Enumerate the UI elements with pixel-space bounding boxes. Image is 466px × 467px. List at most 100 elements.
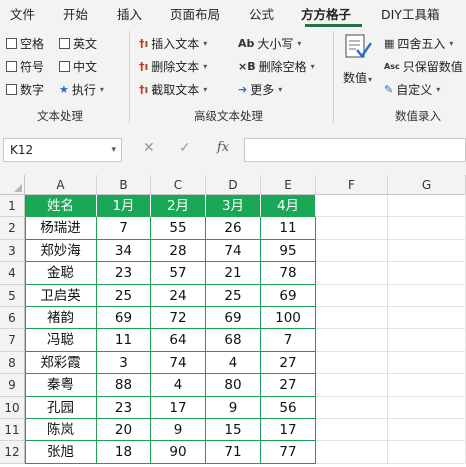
column-header-a[interactable]: A — [25, 175, 97, 195]
name-cell[interactable]: 郑妙海 — [25, 239, 97, 263]
value-cell[interactable]: 34 — [97, 239, 151, 263]
fx-icon[interactable]: fx — [217, 140, 229, 155]
column-header-e[interactable]: E — [261, 175, 316, 195]
value-cell[interactable]: 21 — [206, 262, 261, 285]
tab-formulas[interactable]: 公式 — [249, 4, 274, 23]
empty-cell[interactable] — [388, 441, 466, 464]
empty-cell[interactable] — [316, 284, 388, 307]
empty-cell[interactable] — [316, 396, 388, 419]
empty-cell[interactable] — [316, 217, 388, 240]
name-cell[interactable]: 冯聪 — [25, 329, 97, 352]
empty-cell[interactable] — [316, 262, 388, 285]
keep-values-button[interactable]: Asc 只保留数值 — [384, 58, 463, 75]
tab-page-layout[interactable]: 页面布局 — [170, 4, 220, 23]
tab-file[interactable]: 文件 — [10, 4, 35, 23]
empty-cell[interactable] — [388, 262, 466, 285]
case-button[interactable]: Ab 大小写 ▾ — [238, 35, 301, 52]
name-cell[interactable]: 褚韵 — [25, 307, 97, 330]
value-cell[interactable]: 72 — [151, 307, 206, 330]
insert-text-button[interactable]: †ı 插入文本 ▾ — [139, 35, 207, 52]
empty-cell[interactable] — [388, 374, 466, 397]
value-cell[interactable]: 25 — [97, 284, 151, 307]
value-cell[interactable]: 24 — [151, 284, 206, 307]
checkbox-symbol[interactable]: 符号 — [6, 58, 44, 75]
table-header-cell[interactable]: 4月 — [261, 195, 316, 218]
empty-cell[interactable] — [388, 217, 466, 240]
empty-cell[interactable] — [316, 195, 388, 218]
row-header-4[interactable]: 4 — [0, 262, 25, 285]
row-header-9[interactable]: 9 — [0, 374, 25, 397]
column-header-d[interactable]: D — [206, 175, 261, 195]
round-button[interactable]: ▦ 四舍五入 ▾ — [384, 35, 453, 52]
value-cell[interactable]: 7 — [261, 329, 316, 352]
value-cell[interactable]: 56 — [261, 396, 316, 419]
value-cell[interactable]: 64 — [151, 329, 206, 352]
value-cell[interactable]: 18 — [97, 441, 151, 464]
value-cell[interactable]: 88 — [97, 374, 151, 397]
column-header-b[interactable]: B — [97, 175, 151, 195]
empty-cell[interactable] — [388, 419, 466, 442]
value-cell[interactable]: 20 — [97, 419, 151, 442]
row-header-2[interactable]: 2 — [0, 217, 25, 240]
formula-input[interactable] — [244, 138, 466, 162]
empty-cell[interactable] — [388, 239, 466, 263]
empty-cell[interactable] — [388, 195, 466, 218]
value-cell[interactable]: 4 — [151, 374, 206, 397]
checkbox-box[interactable] — [6, 84, 17, 95]
value-cell[interactable]: 69 — [261, 284, 316, 307]
name-cell[interactable]: 杨瑞进 — [25, 217, 97, 240]
column-header-f[interactable]: F — [316, 175, 388, 195]
value-cell[interactable]: 3 — [97, 351, 151, 375]
empty-cell[interactable] — [316, 307, 388, 330]
extract-text-button[interactable]: †ı 截取文本 ▾ — [139, 81, 207, 98]
tab-diy-toolbox[interactable]: DIY工具箱 — [381, 4, 439, 23]
checkbox-box[interactable] — [59, 61, 70, 72]
value-cell[interactable]: 7 — [97, 217, 151, 240]
row-header-7[interactable]: 7 — [0, 329, 25, 352]
column-header-g[interactable]: G — [388, 175, 466, 195]
custom-button[interactable]: ✎ 自定义 ▾ — [384, 81, 440, 98]
execute-button[interactable]: ★ 执行 ▾ — [59, 81, 104, 98]
checkbox-number[interactable]: 数字 — [6, 81, 44, 98]
value-cell[interactable]: 4 — [206, 351, 261, 375]
value-cell[interactable]: 23 — [97, 396, 151, 419]
tab-home[interactable]: 开始 — [63, 4, 88, 23]
delete-text-button[interactable]: †ı 删除文本 ▾ — [139, 58, 207, 75]
close-icon[interactable]: ✕ — [143, 140, 155, 156]
select-all-corner[interactable] — [0, 175, 25, 195]
value-cell[interactable]: 69 — [206, 307, 261, 330]
value-cell[interactable]: 90 — [151, 441, 206, 464]
row-header-5[interactable]: 5 — [0, 284, 25, 307]
name-cell[interactable]: 张旭 — [25, 441, 97, 464]
value-cell[interactable]: 11 — [261, 217, 316, 240]
value-cell[interactable]: 17 — [261, 419, 316, 442]
value-cell[interactable]: 17 — [151, 396, 206, 419]
check-icon[interactable]: ✓ — [179, 140, 191, 156]
tab-fangfanggezi[interactable]: 方方格子 — [301, 4, 351, 23]
value-cell[interactable]: 15 — [206, 419, 261, 442]
value-cell[interactable]: 27 — [261, 374, 316, 397]
checkbox-box[interactable] — [59, 38, 70, 49]
row-header-8[interactable]: 8 — [0, 351, 25, 375]
row-header-1[interactable]: 1 — [0, 195, 25, 218]
name-cell[interactable]: 郑彩霞 — [25, 351, 97, 375]
empty-cell[interactable] — [316, 374, 388, 397]
empty-cell[interactable] — [388, 351, 466, 375]
row-header-12[interactable]: 12 — [0, 441, 25, 464]
chevron-down-icon[interactable]: ▾ — [111, 139, 116, 161]
empty-cell[interactable] — [388, 396, 466, 419]
value-cell[interactable]: 78 — [261, 262, 316, 285]
name-cell[interactable]: 卫启英 — [25, 284, 97, 307]
name-cell[interactable]: 孔园 — [25, 396, 97, 419]
row-header-11[interactable]: 11 — [0, 419, 25, 442]
value-cell[interactable]: 55 — [151, 217, 206, 240]
table-header-cell[interactable]: 1月 — [97, 195, 151, 218]
empty-cell[interactable] — [316, 239, 388, 263]
value-cell[interactable]: 100 — [261, 307, 316, 330]
checkbox-box[interactable] — [6, 38, 17, 49]
name-cell[interactable]: 金聪 — [25, 262, 97, 285]
name-cell[interactable]: 陈岚 — [25, 419, 97, 442]
value-cell[interactable]: 11 — [97, 329, 151, 352]
empty-cell[interactable] — [388, 284, 466, 307]
tab-insert[interactable]: 插入 — [117, 4, 142, 23]
